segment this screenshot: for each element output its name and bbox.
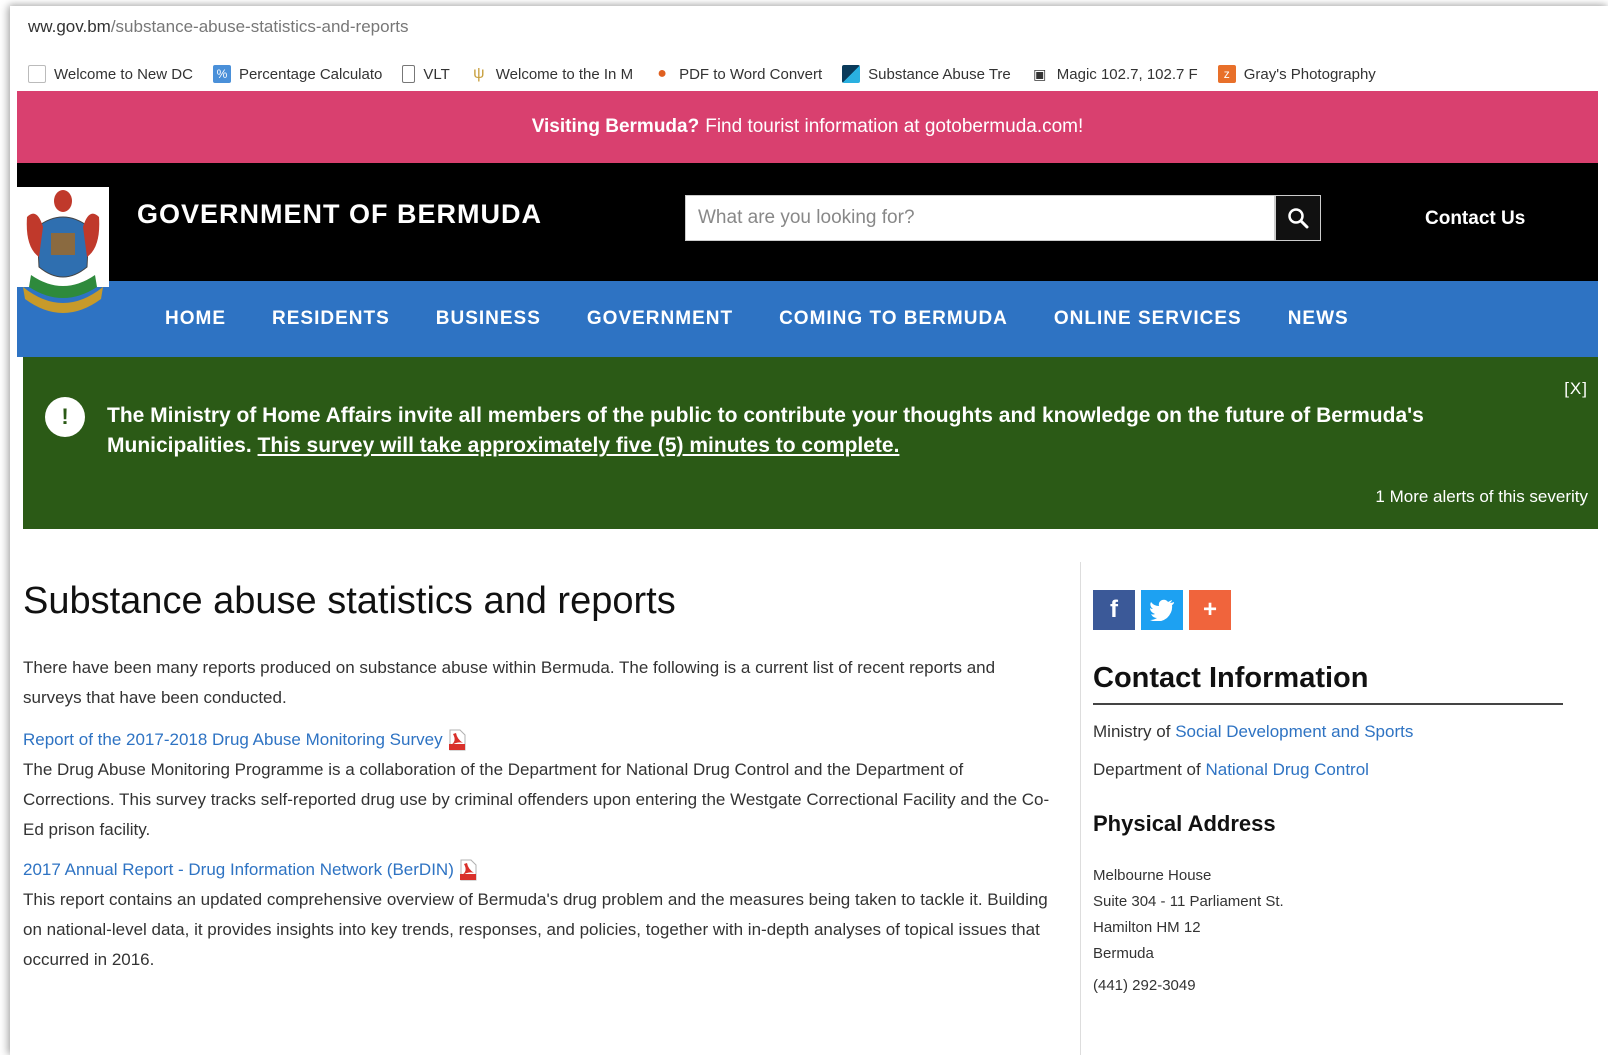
search-icon: [1288, 208, 1309, 229]
radio-icon: ▣: [1033, 65, 1047, 82]
pdf-converter-icon: ●: [657, 65, 667, 82]
main-nav: HOME RESIDENTS BUSINESS GOVERNMENT COMIN…: [17, 281, 1598, 357]
social-share: f +: [1093, 590, 1563, 630]
address-path: /substance-abuse-statistics-and-reports: [110, 17, 409, 36]
exclamation-icon: !: [45, 397, 85, 437]
alert-close-button[interactable]: [X]: [1564, 379, 1588, 399]
ministry-line: Ministry of Social Development and Sport…: [1093, 721, 1563, 743]
bookmark-item[interactable]: ψ Welcome to the In M: [470, 65, 633, 83]
address-heading: Physical Address: [1093, 811, 1276, 836]
bookmark-label: Welcome to the In M: [495, 65, 634, 83]
bookmark-label: Welcome to New DC: [54, 65, 193, 83]
report-description: The Drug Abuse Monitoring Programme is a…: [23, 760, 1050, 839]
nav-coming-to-bermuda[interactable]: COMING TO BERMUDA: [779, 308, 1008, 330]
bermuda-crest-logo[interactable]: [17, 187, 109, 319]
address-line: Bermuda: [1093, 945, 1154, 962]
banner-bold-text: Visiting Bermuda?: [531, 116, 700, 137]
contact-heading: Contact Information: [1093, 662, 1563, 705]
nav-home[interactable]: HOME: [165, 308, 226, 330]
bookmark-item[interactable]: z Gray's Photography: [1217, 65, 1376, 83]
page-icon: [28, 65, 46, 83]
sidebar: f + Contact Information Ministry of Soci…: [1093, 590, 1563, 994]
bookmark-label: Percentage Calculato: [238, 65, 383, 83]
twitter-bird-icon: [1150, 599, 1174, 621]
bookmarks-bar: Welcome to New DC % Percentage Calculato…: [28, 54, 1608, 94]
site-header: GOVERNMENT OF BERMUDA Contact Us: [17, 163, 1598, 313]
plus-share-icon[interactable]: +: [1189, 590, 1231, 630]
bookmark-item[interactable]: Substance Abuse Tre: [842, 65, 1011, 83]
report-link[interactable]: 2017 Annual Report - Drug Information Ne…: [23, 855, 1053, 885]
department-line: Department of National Drug Control: [1093, 759, 1563, 781]
bookmark-item[interactable]: ▣ Magic 102.7, 102.7 F: [1031, 65, 1198, 83]
department-link[interactable]: National Drug Control: [1205, 760, 1368, 779]
nav-government[interactable]: GOVERNMENT: [587, 308, 733, 330]
bookmark-label: Gray's Photography: [1243, 65, 1376, 83]
report-title: Report of the 2017-2018 Drug Abuse Monit…: [23, 730, 443, 749]
bookmark-label: PDF to Word Convert: [679, 65, 823, 83]
bookmark-item[interactable]: VLT: [402, 65, 450, 83]
search-input[interactable]: [685, 195, 1275, 241]
search-bar: [685, 195, 1321, 241]
site-icon: [842, 65, 861, 83]
bookmark-item[interactable]: ● PDF to Word Convert: [653, 65, 822, 83]
bookmark-label: VLT: [423, 65, 450, 83]
bookmark-item[interactable]: % Percentage Calculato: [212, 65, 383, 83]
bookmark-label: Magic 102.7, 102.7 F: [1056, 65, 1198, 83]
alert-message: The Ministry of Home Affairs invite all …: [107, 401, 1507, 461]
column-divider: [1080, 562, 1081, 1055]
intro-text: There have been many reports produced on…: [23, 658, 996, 707]
nav-business[interactable]: BUSINESS: [436, 308, 541, 330]
calculator-icon: %: [212, 65, 231, 83]
twitter-icon[interactable]: [1141, 590, 1183, 630]
nav-online-services[interactable]: ONLINE SERVICES: [1054, 308, 1242, 330]
photo-icon: z: [1217, 65, 1236, 83]
facebook-icon[interactable]: f: [1093, 590, 1135, 630]
physical-address: Melbourne House Suite 304 - 11 Parliamen…: [1093, 863, 1563, 967]
report-link[interactable]: Report of the 2017-2018 Drug Abuse Monit…: [23, 725, 1053, 755]
wheat-icon: ψ: [473, 65, 485, 82]
search-button[interactable]: [1275, 195, 1321, 241]
nav-residents[interactable]: RESIDENTS: [272, 308, 390, 330]
report-title: 2017 Annual Report - Drug Information Ne…: [23, 860, 454, 879]
pdf-icon: [448, 729, 466, 751]
page-title: Substance abuse statistics and reports: [23, 580, 676, 622]
phone-number[interactable]: (441) 292-3049: [1093, 977, 1563, 994]
main-content: Substance abuse statistics and reports T…: [23, 560, 1053, 985]
ministry-link[interactable]: Social Development and Sports: [1175, 722, 1413, 741]
alert-banner: ! The Ministry of Home Affairs invite al…: [23, 357, 1598, 529]
report-description: This report contains an updated comprehe…: [23, 890, 1048, 969]
bookmark-item[interactable]: Welcome to New DC: [28, 65, 193, 83]
nav-news[interactable]: NEWS: [1288, 308, 1349, 330]
document-icon: [402, 65, 416, 83]
survey-link[interactable]: This survey will take approximately five…: [258, 434, 900, 457]
address-bar[interactable]: ww.gov.bm/substance-abuse-statistics-and…: [10, 6, 1608, 48]
banner-text: Find tourist information at gotobermuda.…: [705, 116, 1084, 137]
address-line: Suite 304 - 11 Parliament St.: [1093, 893, 1284, 910]
more-alerts-link[interactable]: 1 More alerts of this severity: [1375, 487, 1588, 507]
address-line: Hamilton HM 12: [1093, 919, 1201, 936]
site-title[interactable]: GOVERNMENT OF BERMUDA: [137, 199, 542, 230]
tourist-banner[interactable]: Visiting Bermuda? Find tourist informati…: [17, 91, 1598, 163]
bookmark-label: Substance Abuse Tre: [868, 65, 1011, 83]
pdf-icon: [459, 859, 477, 881]
ministry-prefix: Ministry of: [1093, 722, 1171, 741]
contact-us-link[interactable]: Contact Us: [1425, 208, 1525, 230]
department-prefix: Department of: [1093, 760, 1201, 779]
address-line: Melbourne House: [1093, 867, 1212, 884]
address-host: ww.gov.bm: [28, 17, 111, 36]
